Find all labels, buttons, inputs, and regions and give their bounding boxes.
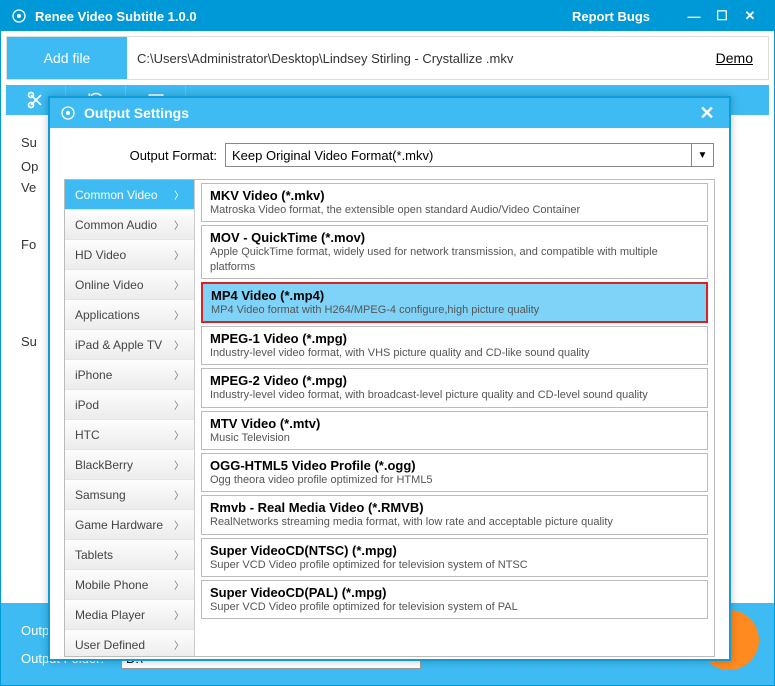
format-item[interactable]: MP4 Video (*.mp4)MP4 Video format with H… (201, 282, 708, 323)
chevron-right-icon: 〉 (174, 187, 184, 202)
format-title: MOV - QuickTime (*.mov) (210, 230, 699, 245)
category-item[interactable]: Common Audio〉 (65, 210, 194, 240)
dialog-title: Output Settings (84, 105, 189, 121)
chevron-right-icon: 〉 (174, 277, 184, 292)
category-item[interactable]: Media Player〉 (65, 600, 194, 630)
demo-link[interactable]: Demo (716, 50, 753, 66)
chevron-right-icon: 〉 (174, 577, 184, 592)
chevron-right-icon: 〉 (174, 217, 184, 232)
format-item[interactable]: MTV Video (*.mtv)Music Television (201, 411, 708, 450)
format-title: MPEG-1 Video (*.mpg) (210, 331, 699, 346)
format-item[interactable]: MOV - QuickTime (*.mov)Apple QuickTime f… (201, 225, 708, 279)
format-item[interactable]: Rmvb - Real Media Video (*.RMVB)RealNetw… (201, 495, 708, 534)
format-description: Super VCD Video profile optimized for te… (210, 558, 699, 572)
format-item[interactable]: MPEG-2 Video (*.mpg)Industry-level video… (201, 368, 708, 407)
category-item[interactable]: Common Video〉 (65, 180, 194, 210)
format-item[interactable]: OGG-HTML5 Video Profile (*.ogg)Ogg theor… (201, 453, 708, 492)
dialog-close-button[interactable]: ✕ (695, 103, 719, 124)
close-button[interactable]: ✕ (736, 8, 764, 24)
chevron-right-icon: 〉 (174, 397, 184, 412)
dialog-icon (60, 105, 76, 121)
app-icon (11, 8, 27, 24)
format-description: Apple QuickTime format, widely used for … (210, 245, 699, 274)
chevron-right-icon: 〉 (174, 307, 184, 322)
format-description: Matroska Video format, the extensible op… (210, 203, 699, 217)
chevron-right-icon: 〉 (174, 337, 184, 352)
format-title: OGG-HTML5 Video Profile (*.ogg) (210, 458, 699, 473)
category-item[interactable]: Mobile Phone〉 (65, 570, 194, 600)
format-description: Super VCD Video profile optimized for te… (210, 600, 699, 614)
format-description: Industry-level video format, with VHS pi… (210, 346, 699, 360)
chevron-right-icon: 〉 (174, 637, 184, 652)
add-file-button[interactable]: Add file (7, 37, 127, 79)
category-item[interactable]: Online Video〉 (65, 270, 194, 300)
maximize-button[interactable]: ☐ (708, 8, 736, 24)
category-item[interactable]: Game Hardware〉 (65, 510, 194, 540)
format-description: Music Television (210, 431, 699, 445)
format-title: MPEG-2 Video (*.mpg) (210, 373, 699, 388)
format-list[interactable]: MKV Video (*.mkv)Matroska Video format, … (195, 180, 714, 656)
output-settings-dialog: Output Settings ✕ Output Format: Keep Or… (48, 96, 731, 661)
format-title: MP4 Video (*.mp4) (211, 288, 698, 303)
format-title: MKV Video (*.mkv) (210, 188, 699, 203)
category-item[interactable]: HTC〉 (65, 420, 194, 450)
format-item[interactable]: MKV Video (*.mkv)Matroska Video format, … (201, 183, 708, 222)
file-path: C:\Users\Administrator\Desktop\Lindsey S… (127, 51, 716, 66)
category-item[interactable]: Samsung〉 (65, 480, 194, 510)
chevron-down-icon: ▼ (691, 144, 713, 166)
format-description: Industry-level video format, with broadc… (210, 388, 699, 402)
format-title: Super VideoCD(NTSC) (*.mpg) (210, 543, 699, 558)
format-description: Ogg theora video profile optimized for H… (210, 473, 699, 487)
chevron-right-icon: 〉 (174, 427, 184, 442)
dialog-output-format-label: Output Format: (65, 148, 225, 163)
chevron-right-icon: 〉 (174, 457, 184, 472)
chevron-right-icon: 〉 (174, 547, 184, 562)
category-item[interactable]: iPhone〉 (65, 360, 194, 390)
category-item[interactable]: HD Video〉 (65, 240, 194, 270)
category-item[interactable]: Tablets〉 (65, 540, 194, 570)
format-item[interactable]: Super VideoCD(PAL) (*.mpg)Super VCD Vide… (201, 580, 708, 619)
category-list: Common Video〉Common Audio〉HD Video〉Onlin… (65, 180, 195, 656)
format-description: RealNetworks streaming media format, wit… (210, 515, 699, 529)
format-title: Rmvb - Real Media Video (*.RMVB) (210, 500, 699, 515)
dialog-output-format-select[interactable]: Keep Original Video Format(*.mkv) ▼ (225, 143, 714, 167)
chevron-right-icon: 〉 (174, 367, 184, 382)
chevron-right-icon: 〉 (174, 517, 184, 532)
chevron-right-icon: 〉 (174, 247, 184, 262)
category-item[interactable]: iPad & Apple TV〉 (65, 330, 194, 360)
chevron-right-icon: 〉 (174, 607, 184, 622)
minimize-button[interactable]: — (680, 9, 708, 24)
format-description: MP4 Video format with H264/MPEG-4 config… (211, 303, 698, 317)
category-item[interactable]: Applications〉 (65, 300, 194, 330)
format-item[interactable]: MPEG-1 Video (*.mpg)Industry-level video… (201, 326, 708, 365)
category-item[interactable]: User Defined〉 (65, 630, 194, 656)
report-bugs-link[interactable]: Report Bugs (572, 9, 650, 24)
category-item[interactable]: BlackBerry〉 (65, 450, 194, 480)
chevron-right-icon: 〉 (174, 487, 184, 502)
app-title: Renee Video Subtitle 1.0.0 (35, 9, 197, 24)
format-title: Super VideoCD(PAL) (*.mpg) (210, 585, 699, 600)
format-title: MTV Video (*.mtv) (210, 416, 699, 431)
category-item[interactable]: iPod〉 (65, 390, 194, 420)
format-item[interactable]: Super VideoCD(NTSC) (*.mpg)Super VCD Vid… (201, 538, 708, 577)
